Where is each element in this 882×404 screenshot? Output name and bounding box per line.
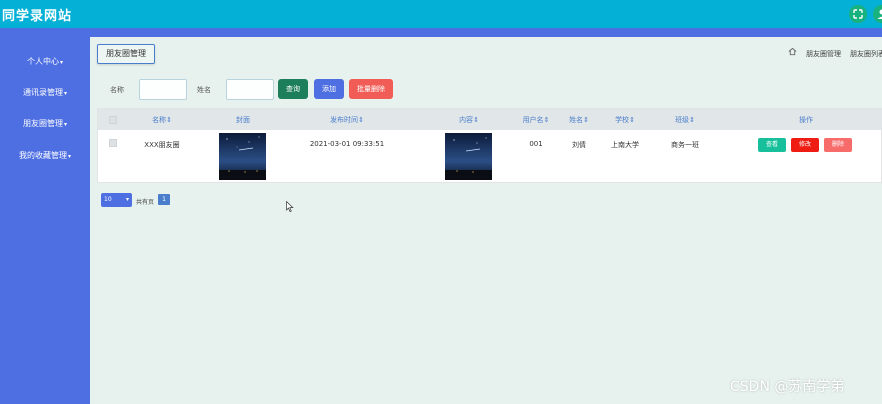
chevron-down-icon: ▾ bbox=[125, 196, 129, 203]
watermark: CSDN @苏南学弟 bbox=[730, 379, 845, 395]
view-button[interactable]: 查看 bbox=[758, 138, 786, 152]
select-all-checkbox[interactable] bbox=[109, 116, 117, 124]
sidebar-item-contacts[interactable]: 通讯录管理▾ bbox=[0, 87, 90, 98]
query-button[interactable]: 查询 bbox=[278, 79, 308, 99]
batch-delete-button[interactable]: 批量删除 bbox=[349, 79, 393, 99]
moments-table: 名称⇕ 封面 发布时间⇕ 内容⇕ 用户名⇕ 姓名⇕ 学校⇕ 班级⇕ 操作 XXX… bbox=[97, 108, 882, 183]
realname-input[interactable] bbox=[226, 79, 274, 100]
table-header: 名称⇕ 封面 发布时间⇕ 内容⇕ 用户名⇕ 姓名⇕ 学校⇕ 班级⇕ 操作 bbox=[98, 109, 882, 130]
tab-moments[interactable]: 朋友圈管理 bbox=[97, 44, 155, 64]
sidebar-item-favorites[interactable]: 我的收藏管理▾ bbox=[0, 150, 90, 161]
cell-realname: 刘倩 bbox=[572, 141, 586, 149]
page-number-button[interactable]: 1 bbox=[158, 194, 170, 205]
cell-username: 001 bbox=[529, 140, 543, 148]
cell-publish-time: 2021-03-01 09:33:51 bbox=[309, 140, 385, 148]
mouse-cursor-icon bbox=[286, 201, 294, 212]
sidebar: 个人中心▾ 通讯录管理▾ 朋友圈管理▾ 我的收藏管理▾ bbox=[0, 37, 90, 404]
name-input[interactable] bbox=[139, 79, 187, 100]
column-header-name[interactable]: 名称⇕ bbox=[142, 115, 182, 125]
chevron-down-icon: ▾ bbox=[63, 90, 67, 97]
cell-school: 上南大学 bbox=[611, 141, 639, 149]
header-accent-bar bbox=[0, 28, 882, 37]
cell-name: XXX朋友圈 bbox=[144, 141, 180, 149]
breadcrumb-item: 朋友圈列表 bbox=[850, 50, 882, 58]
add-button[interactable]: 添加 bbox=[314, 79, 344, 99]
row-checkbox[interactable] bbox=[109, 139, 117, 147]
edit-button[interactable]: 修改 bbox=[791, 138, 819, 152]
name-label: 名称 bbox=[110, 86, 124, 94]
column-header-actions: 操作 bbox=[799, 116, 813, 124]
content-image[interactable] bbox=[445, 133, 492, 180]
sidebar-item-label: 我的收藏管理 bbox=[18, 151, 67, 160]
delete-button[interactable]: 删除 bbox=[824, 138, 852, 152]
fullscreen-icon[interactable] bbox=[849, 5, 867, 23]
column-header-content[interactable]: 内容⇕ bbox=[449, 115, 489, 125]
column-header-school[interactable]: 学校⇕ bbox=[605, 115, 645, 125]
site-title: 同学录网站 bbox=[2, 9, 73, 24]
column-header-publish-time[interactable]: 发布时间⇕ bbox=[322, 115, 372, 125]
sidebar-item-personal-center[interactable]: 个人中心▾ bbox=[0, 56, 90, 67]
home-icon[interactable] bbox=[788, 47, 797, 56]
chevron-down-icon: ▾ bbox=[59, 59, 63, 66]
column-header-class[interactable]: 班级⇕ bbox=[665, 115, 705, 125]
column-header-username[interactable]: 用户名⇕ bbox=[516, 115, 556, 125]
chevron-down-icon: ▾ bbox=[67, 153, 71, 160]
cover-image[interactable] bbox=[219, 133, 266, 180]
chevron-down-icon: ▾ bbox=[63, 121, 67, 128]
sidebar-item-label: 个人中心 bbox=[26, 57, 59, 66]
column-header-cover: 封面 bbox=[236, 116, 250, 124]
page-size-select[interactable]: 10 ▾ bbox=[101, 193, 132, 207]
column-header-realname[interactable]: 姓名⇕ bbox=[559, 115, 599, 125]
pagination-total: 共有页 bbox=[136, 199, 155, 206]
top-header: 同学录网站 bbox=[0, 0, 882, 28]
cell-class: 商务一班 bbox=[671, 141, 699, 149]
realname-label: 姓名 bbox=[197, 86, 211, 94]
sidebar-item-label: 通讯录管理 bbox=[22, 88, 63, 97]
main-content: 朋友圈管理 朋友圈管理 朋友圈列表 名称 姓名 查询 添加 批量删除 名称⇕ 封… bbox=[90, 37, 882, 404]
user-icon[interactable] bbox=[873, 5, 882, 23]
sidebar-item-label: 朋友圈管理 bbox=[22, 119, 63, 128]
breadcrumb-item[interactable]: 朋友圈管理 bbox=[806, 49, 841, 59]
sidebar-item-moments[interactable]: 朋友圈管理▾ bbox=[0, 118, 90, 129]
